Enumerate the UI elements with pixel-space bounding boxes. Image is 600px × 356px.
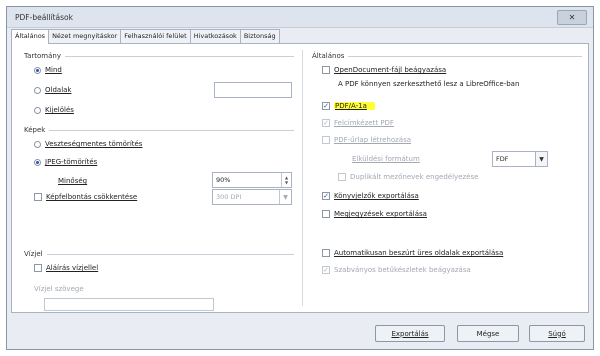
watermark-text-input[interactable]: [44, 298, 214, 311]
range-selection-radio[interactable]: Kijelölés: [34, 106, 74, 114]
checkbox-icon: [322, 66, 330, 74]
duplicate-fields-checkbox[interactable]: Duplikált mezőnevek engedélyezése: [338, 173, 478, 181]
chevron-down-icon: ▼: [279, 190, 291, 204]
radio-icon: [34, 86, 41, 94]
radio-selected-icon: [34, 158, 41, 166]
general-section: Általános: [312, 52, 582, 60]
range-all-label: Mind: [45, 66, 62, 74]
embed-odf-label: OpenDocument-fájl beágyazása: [334, 66, 447, 74]
export-button-label: Exportálás: [391, 329, 429, 338]
general-heading: Általános: [312, 52, 345, 60]
create-form-checkbox[interactable]: PDF-űrlap létrehozása: [322, 136, 411, 144]
radio-icon: [34, 106, 41, 114]
spin-down-icon: ▼: [284, 180, 289, 185]
range-pages-radio[interactable]: Oldalak: [34, 86, 71, 94]
range-section: Tartomány: [24, 52, 294, 60]
export-bookmarks-label: Könyvjelzők exportálása: [334, 192, 419, 200]
check-icon: ✓: [322, 191, 330, 200]
help-button-label: Súgó: [548, 329, 566, 338]
range-selection-label: Kijelölés: [45, 106, 74, 114]
create-form-label: PDF-űrlap létrehozása: [334, 136, 412, 144]
export-blank-pages-checkbox[interactable]: Automatikusan beszúrt üres oldalak expor…: [322, 249, 503, 257]
submit-format-text: Elküldési formátum: [352, 155, 420, 163]
lossless-label: Veszteségmentes tömörítés: [45, 140, 143, 148]
range-all-radio[interactable]: Mind: [34, 66, 62, 74]
quality-spinbox[interactable]: 90% ▲ ▼: [212, 172, 292, 188]
tab-general[interactable]: Általános: [11, 29, 50, 44]
submit-format-select[interactable]: FDF ▼: [492, 151, 548, 167]
quality-label-text: Minőség: [58, 177, 88, 185]
close-button[interactable]: ✕: [557, 10, 587, 25]
tab-security[interactable]: Biztonság: [239, 29, 280, 43]
images-section: Képek: [24, 126, 294, 134]
watermark-heading: Vízjel: [24, 250, 43, 258]
watermark-text-label-text: Vízjel szövege: [34, 285, 84, 293]
embed-fonts-checkbox[interactable]: ✓ Szabványos betűkészletek beágyazása: [322, 266, 471, 274]
embed-fonts-label: Szabványos betűkészletek beágyazása: [334, 266, 471, 274]
pdfa-label: PDF/A-1a: [334, 102, 375, 110]
column-divider: [302, 50, 303, 306]
submit-format-value: FDF: [496, 155, 509, 163]
pages-input[interactable]: [214, 82, 292, 98]
checkbox-icon: [338, 173, 346, 181]
export-blank-pages-label: Automatikusan beszúrt üres oldalak expor…: [334, 249, 504, 257]
embed-odf-checkbox[interactable]: OpenDocument-fájl beágyazása: [322, 66, 446, 74]
range-pages-label: Oldalak: [45, 86, 72, 94]
submit-format-label: Elküldési formátum: [352, 155, 420, 163]
checkbox-icon: [322, 249, 330, 257]
pdf-options-dialog: PDF-beállítások ✕ Általános Nézet megnyi…: [6, 6, 594, 350]
close-icon: ✕: [568, 13, 576, 22]
checkbox-icon: [34, 193, 42, 201]
tab-links[interactable]: Hivatkozások: [189, 29, 241, 43]
tagged-pdf-checkbox[interactable]: ✓ Felcímkézett PDF: [322, 119, 394, 127]
window-title: PDF-beállítások: [15, 13, 73, 22]
checkbox-icon: [322, 210, 330, 218]
pdfa-checkbox[interactable]: ✓ PDF/A-1a: [322, 102, 375, 110]
tab-bar: Általános Nézet megnyitáskor Felhasználó…: [11, 29, 280, 44]
tagged-pdf-label: Felcímkézett PDF: [334, 119, 394, 127]
lossless-radio[interactable]: Veszteségmentes tömörítés: [34, 140, 142, 148]
radio-icon: [34, 140, 41, 148]
sign-watermark-checkbox[interactable]: Aláírás vízjellel: [34, 264, 98, 272]
export-button[interactable]: Exportálás: [375, 325, 445, 342]
cancel-button[interactable]: Mégse: [457, 325, 519, 342]
check-icon: ✓: [322, 118, 330, 127]
export-comments-label: Megjegyzések exportálása: [334, 210, 427, 218]
jpeg-radio[interactable]: JPEG-tömörítés: [34, 158, 97, 166]
checkbox-icon: [34, 264, 42, 272]
chevron-down-icon: ▼: [535, 152, 547, 166]
range-heading: Tartomány: [24, 52, 61, 60]
export-bookmarks-checkbox[interactable]: ✓ Könyvjelzők exportálása: [322, 192, 419, 200]
watermark-text-label: Vízjel szövege: [34, 285, 84, 293]
jpeg-label: JPEG-tömörítés: [45, 158, 98, 166]
watermark-section: Vízjel: [24, 250, 294, 258]
checkbox-icon: [322, 136, 330, 144]
tab-initial-view[interactable]: Nézet megnyitáskor: [48, 29, 122, 43]
embed-odf-description: A PDF könnyen szerkeszthető lesz a Libre…: [338, 80, 519, 88]
export-comments-checkbox[interactable]: Megjegyzések exportálása: [322, 210, 427, 218]
check-icon: ✓: [322, 265, 330, 274]
check-icon: ✓: [322, 101, 330, 110]
help-button[interactable]: Súgó: [529, 325, 585, 342]
cancel-button-label: Mégse: [476, 329, 500, 338]
resolution-select[interactable]: 300 DPI ▼: [212, 189, 292, 205]
resolution-value: 300 DPI: [216, 193, 242, 201]
reduce-resolution-label: Képfelbontás csökkentése: [46, 193, 138, 201]
tab-user-interface[interactable]: Felhasználói felület: [120, 29, 191, 43]
reduce-resolution-checkbox[interactable]: Képfelbontás csökkentése: [34, 193, 137, 201]
images-heading: Képek: [24, 126, 46, 134]
radio-selected-icon: [34, 66, 41, 74]
embed-odf-desc-text: A PDF könnyen szerkeszthető lesz a Libre…: [338, 80, 520, 88]
sign-watermark-label: Aláírás vízjellel: [46, 264, 99, 272]
spin-arrows[interactable]: ▲ ▼: [281, 173, 291, 187]
title-bar: PDF-beállítások ✕: [7, 7, 593, 28]
quality-label: Minőség: [58, 177, 87, 185]
quality-value: 90%: [216, 176, 231, 184]
duplicate-fields-label: Duplikált mezőnevek engedélyezése: [350, 173, 479, 181]
general-panel: Tartomány Mind Oldalak Kijelölés Képek V…: [11, 43, 589, 313]
